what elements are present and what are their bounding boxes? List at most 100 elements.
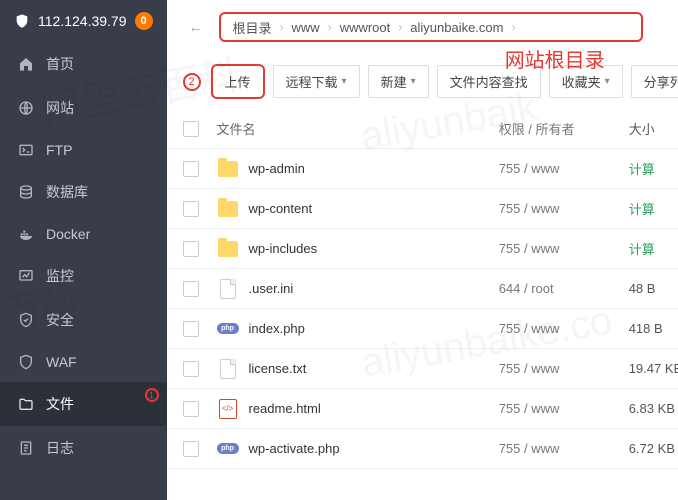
main-panel: 阿里云百科 aliyunbaik 云百科 aliyunbaike.co ← 根目… [167, 0, 678, 500]
sidebar-item-7[interactable]: WAF [0, 342, 167, 382]
nav-label: 日志 [46, 438, 74, 458]
file-size: 48 B [629, 281, 678, 296]
nav-icon [18, 142, 34, 158]
nav-label: Docker [46, 226, 90, 242]
annotation-marker-1: 1 [145, 388, 159, 402]
file-permissions: 755 / www [499, 321, 629, 336]
file-size: 6.83 KB [629, 401, 678, 416]
nav-menu: 首页网站 FTP 数据库 Docker 监控安全 WAF 文件 1 日志 [0, 42, 167, 470]
row-checkbox[interactable] [183, 241, 199, 257]
table-body: wp-admin755 / www计算wp-content755 / www计算… [167, 149, 678, 469]
file-icon [217, 358, 239, 380]
row-checkbox[interactable] [183, 361, 199, 377]
nav-icon [18, 354, 34, 370]
row-checkbox[interactable] [183, 441, 199, 457]
select-all-checkbox[interactable] [183, 121, 199, 137]
chevron-down-icon: ▾ [342, 76, 347, 87]
folder-icon [217, 198, 239, 220]
file-name: wp-activate.php [249, 441, 340, 456]
sidebar-item-6[interactable]: 安全 [0, 298, 167, 342]
breadcrumb-item[interactable]: 根目录 [231, 18, 274, 37]
nav-label: 网站 [46, 98, 74, 118]
nav-label: 首页 [46, 54, 74, 74]
chevron-right-icon: › [392, 20, 408, 34]
breadcrumb-item[interactable]: aliyunbaike.com [408, 20, 505, 35]
table-row[interactable]: phpwp-activate.php755 / www6.72 KB [167, 429, 678, 469]
file-name: wp-content [249, 201, 313, 216]
table-row[interactable]: php index.php 755 / www418 B [167, 309, 678, 349]
file-icon [217, 398, 239, 420]
file-size[interactable]: 计算 [629, 159, 678, 178]
nav-label: WAF [46, 354, 77, 370]
shield-icon [14, 13, 30, 29]
chevron-right-icon: › [505, 20, 521, 34]
share-list-button[interactable]: 分享列表 [631, 65, 678, 98]
sidebar-item-1[interactable]: 网站 [0, 86, 167, 130]
file-permissions: 755 / www [499, 161, 629, 176]
breadcrumb: 根目录›www›wwwroot›aliyunbaike.com› [219, 12, 643, 42]
upload-button[interactable]: 上传 [211, 64, 265, 99]
file-permissions: 755 / www [499, 401, 629, 416]
nav-label: FTP [46, 142, 72, 158]
nav-label: 数据库 [46, 182, 88, 202]
table-row[interactable]: wp-content755 / www计算 [167, 189, 678, 229]
file-size[interactable]: 计算 [629, 199, 678, 218]
server-ip: 112.124.39.79 [38, 13, 127, 29]
row-checkbox[interactable] [183, 161, 199, 177]
file-permissions: 755 / www [499, 241, 629, 256]
table-header: 文件名 权限 / 所有者 大小 [167, 109, 678, 149]
breadcrumb-back-icon[interactable]: ← [183, 14, 209, 40]
remote-download-button[interactable]: 远程下载▾ [273, 65, 360, 98]
row-checkbox[interactable] [183, 201, 199, 217]
table-row[interactable]: wp-includes 755 / www计算 [167, 229, 678, 269]
table-row[interactable]: readme.html 755 / www6.83 KB [167, 389, 678, 429]
file-name: index.php [249, 321, 305, 336]
sidebar-item-3[interactable]: 数据库 [0, 170, 167, 214]
col-size[interactable]: 大小 [629, 119, 678, 138]
table-row[interactable]: wp-admin 755 / www计算 [167, 149, 678, 189]
file-permissions: 755 / www [499, 441, 629, 456]
row-checkbox[interactable] [183, 401, 199, 417]
breadcrumb-annotation: 网站根目录 [505, 44, 605, 73]
file-permissions: 755 / www [499, 361, 629, 376]
table-row[interactable]: license.txt755 / www19.47 KB [167, 349, 678, 389]
folder-icon [217, 238, 239, 260]
chevron-down-icon: ▾ [605, 76, 610, 87]
breadcrumb-item[interactable]: wwwroot [338, 20, 393, 35]
annotation-marker-2: 2 [183, 73, 201, 91]
file-name: wp-includes [249, 241, 318, 256]
file-icon: php [217, 318, 239, 340]
file-table: 文件名 权限 / 所有者 大小 wp-admin755 / www计算wp-co… [167, 109, 678, 469]
nav-icon [18, 268, 34, 284]
nav-icon [18, 56, 34, 72]
sidebar-item-8[interactable]: 文件 1 [0, 382, 167, 426]
col-name[interactable]: 文件名 [217, 119, 499, 138]
sidebar-item-4[interactable]: Docker [0, 214, 167, 254]
file-name: readme.html [249, 401, 321, 416]
file-size: 418 B [629, 321, 678, 336]
breadcrumb-item[interactable]: www [290, 20, 322, 35]
col-permissions[interactable]: 权限 / 所有者 [499, 119, 629, 138]
new-button[interactable]: 新建▾ [368, 65, 429, 98]
sidebar-item-0[interactable]: 首页 [0, 42, 167, 86]
sidebar-item-2[interactable]: FTP [0, 130, 167, 170]
table-row[interactable]: .user.ini644 / root48 B [167, 269, 678, 309]
file-icon [217, 278, 239, 300]
notification-badge[interactable]: 0 [135, 12, 153, 30]
nav-icon [18, 100, 34, 116]
row-checkbox[interactable] [183, 281, 199, 297]
chevron-down-icon: ▾ [411, 76, 416, 87]
file-size[interactable]: 计算 [629, 239, 678, 258]
nav-label: 监控 [46, 266, 74, 286]
file-icon: php [217, 438, 239, 460]
sidebar-item-5[interactable]: 监控 [0, 254, 167, 298]
file-name: wp-admin [249, 161, 305, 176]
file-name: .user.ini [249, 281, 294, 296]
nav-label: 文件 [46, 394, 74, 414]
row-checkbox[interactable] [183, 321, 199, 337]
nav-label: 安全 [46, 310, 74, 330]
nav-icon [18, 312, 34, 328]
nav-icon [18, 226, 34, 242]
folder-icon [217, 158, 239, 180]
sidebar-item-9[interactable]: 日志 [0, 426, 167, 470]
